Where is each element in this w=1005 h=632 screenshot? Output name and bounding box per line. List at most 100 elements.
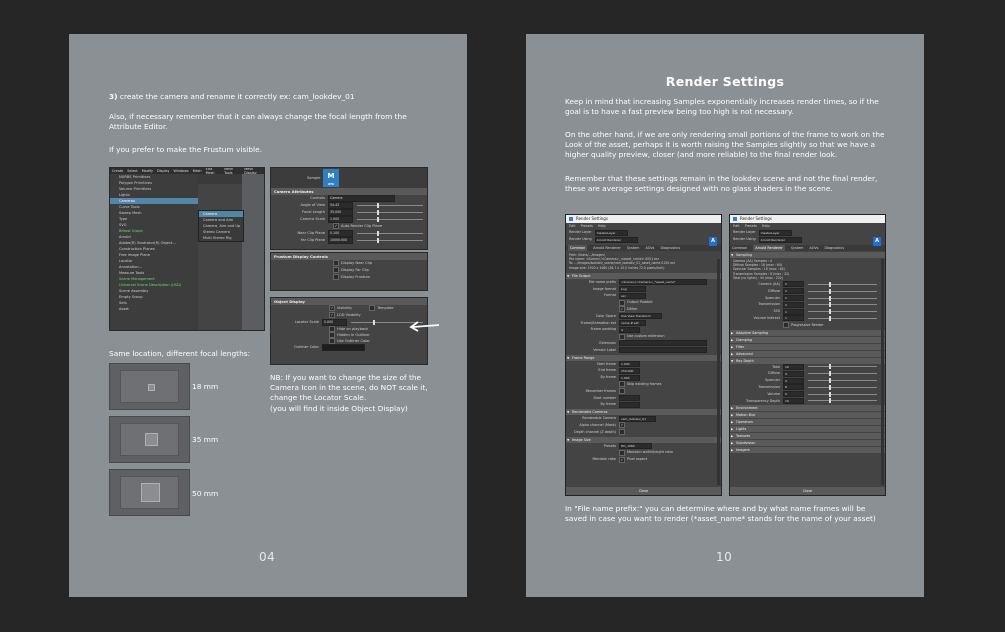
scrollbar[interactable]	[717, 259, 720, 485]
attribute-field[interactable]: 54.43	[328, 202, 353, 209]
window-menu-item[interactable]: Help	[598, 224, 606, 228]
menu-bar-item[interactable]: Display	[157, 169, 170, 173]
render-tab[interactable]: System	[627, 245, 640, 251]
setting-field[interactable]: 2	[783, 281, 804, 288]
setting-field[interactable]: 1.000	[619, 360, 640, 367]
progressive-checkbox[interactable]	[783, 322, 789, 329]
setting-field[interactable]: 8	[783, 384, 804, 391]
render-tab[interactable]: Arnold Renderer	[593, 245, 621, 251]
collapsed-section[interactable]: Environment	[730, 405, 885, 412]
locator-scale-field[interactable]: 5.000	[322, 319, 347, 326]
depth-checkbox[interactable]	[619, 429, 625, 436]
image-size-section[interactable]: Image Size	[566, 436, 721, 443]
render-tab[interactable]: Common	[568, 245, 588, 251]
skip-frames-checkbox[interactable]	[619, 381, 625, 388]
collapsed-section[interactable]: Clamping	[730, 336, 885, 343]
setting-slider[interactable]	[808, 398, 877, 404]
frame-range-section[interactable]: Frame Range	[566, 354, 721, 361]
setting-field[interactable]: 10	[783, 363, 804, 370]
setting-field[interactable]: png	[619, 286, 646, 292]
render-tab[interactable]: Diagnostics	[824, 245, 844, 251]
render-tab[interactable]: Diagnostics	[660, 245, 680, 251]
setting-field[interactable]: 2	[783, 288, 804, 295]
lod-checkbox[interactable]	[329, 312, 335, 318]
presets-dropdown[interactable]: HD_1080	[619, 442, 652, 449]
setting-slider[interactable]	[808, 391, 877, 397]
close-button[interactable]: Close	[566, 487, 721, 495]
attribute-slider[interactable]	[357, 238, 423, 243]
create-menu-item[interactable]: Asset	[110, 306, 198, 312]
attribute-slider[interactable]	[357, 210, 423, 215]
collapsed-section[interactable]: Filter	[730, 343, 885, 350]
collapsed-section[interactable]: Operators	[730, 419, 885, 426]
render-using-dropdown[interactable]: Arnold Renderer	[758, 236, 802, 243]
custom-ext-checkbox[interactable]	[619, 333, 625, 340]
extension-field[interactable]	[619, 340, 707, 347]
menu-bar-item[interactable]: Modify	[142, 169, 153, 173]
template-checkbox[interactable]	[369, 305, 376, 311]
render-tab[interactable]: System	[791, 245, 804, 251]
collapsed-section[interactable]: Subdivision	[730, 440, 885, 447]
collapsed-section[interactable]: Textures	[730, 433, 885, 440]
maintain-checkbox[interactable]	[619, 449, 625, 456]
window-menu-item[interactable]: Presets	[745, 224, 757, 228]
setting-slider[interactable]	[808, 309, 877, 315]
close-button[interactable]: Close	[730, 487, 885, 495]
setting-slider[interactable]	[808, 315, 877, 321]
setting-field[interactable]: exr	[619, 292, 646, 299]
setting-field[interactable]: 2	[783, 301, 804, 308]
menu-bar-item[interactable]: Create	[112, 169, 123, 173]
setting-field[interactable]: 10	[783, 397, 804, 404]
object-display-header[interactable]: Object Display	[271, 298, 427, 305]
attribute-slider[interactable]	[357, 231, 423, 236]
attribute-slider[interactable]	[357, 217, 423, 222]
outliner-color-swatch[interactable]	[322, 344, 365, 351]
setting-field[interactable]: 1	[783, 315, 804, 322]
render-layer-dropdown[interactable]: masterLayer	[758, 229, 792, 236]
menu-bar-item[interactable]: Mesh	[193, 169, 202, 173]
setting-field[interactable]: 4	[619, 326, 640, 333]
render-layer-dropdown[interactable]: masterLayer	[594, 229, 628, 236]
scrollbar[interactable]	[881, 259, 884, 485]
setting-field[interactable]: 2	[783, 295, 804, 301]
menu-bar-item[interactable]: Windows	[174, 169, 189, 173]
object-display-checkbox[interactable]	[329, 338, 335, 344]
setting-slider[interactable]	[808, 295, 877, 301]
frustum-checkbox[interactable]	[333, 274, 339, 280]
maintain-ratio-checkbox[interactable]	[619, 456, 625, 463]
setting-field[interactable]: <Scene>/<Camera>_*asset_name*	[619, 279, 707, 286]
setting-field[interactable]: 1.000	[619, 374, 640, 381]
setting-slider[interactable]	[808, 371, 877, 377]
frustum-checkbox[interactable]	[333, 267, 339, 273]
attribute-field[interactable]: 10000.000	[328, 237, 353, 244]
auto-clip-checkbox[interactable]	[333, 223, 339, 229]
frustum-header[interactable]: Frustum Display Controls	[271, 253, 427, 260]
visibility-checkbox[interactable]	[329, 305, 335, 311]
setting-field[interactable]: Use View Transform	[619, 313, 662, 320]
collapsed-section[interactable]: Motion Blur	[730, 412, 885, 419]
attribute-field[interactable]: 1.000	[328, 216, 353, 223]
collapsed-section[interactable]: Advanced	[730, 350, 885, 357]
frustum-checkbox[interactable]	[333, 260, 339, 266]
menu-bar-item[interactable]: Select	[127, 169, 137, 173]
window-menu-item[interactable]: Help	[762, 224, 770, 228]
start-number-field[interactable]	[619, 394, 640, 401]
by-frame-2-field[interactable]	[619, 401, 640, 408]
file-output-section[interactable]: File Output	[566, 272, 721, 279]
output-checkbox[interactable]	[619, 306, 625, 313]
render-tab[interactable]: AOVs	[809, 245, 818, 251]
collapsed-section[interactable]: Imagers	[730, 447, 885, 454]
render-tab[interactable]: AOVs	[645, 245, 654, 251]
setting-field[interactable]: 4	[783, 370, 804, 377]
attribute-slider[interactable]	[357, 203, 423, 208]
ray-depth-section[interactable]: Ray Depth	[730, 357, 885, 364]
collapsed-section[interactable]: Adaptive Sampling	[730, 329, 885, 336]
sampling-section[interactable]: Sampling	[730, 252, 885, 258]
attribute-field[interactable]: Camera	[328, 195, 395, 202]
attribute-field[interactable]: 35.000	[328, 209, 353, 216]
setting-field[interactable]: 4	[783, 377, 804, 384]
render-using-dropdown[interactable]: Arnold Renderer	[594, 236, 638, 243]
camera-attributes-header[interactable]: Camera Attributes	[271, 188, 427, 195]
render-tab[interactable]: Arnold Renderer	[753, 245, 785, 251]
setting-slider[interactable]	[808, 378, 877, 384]
